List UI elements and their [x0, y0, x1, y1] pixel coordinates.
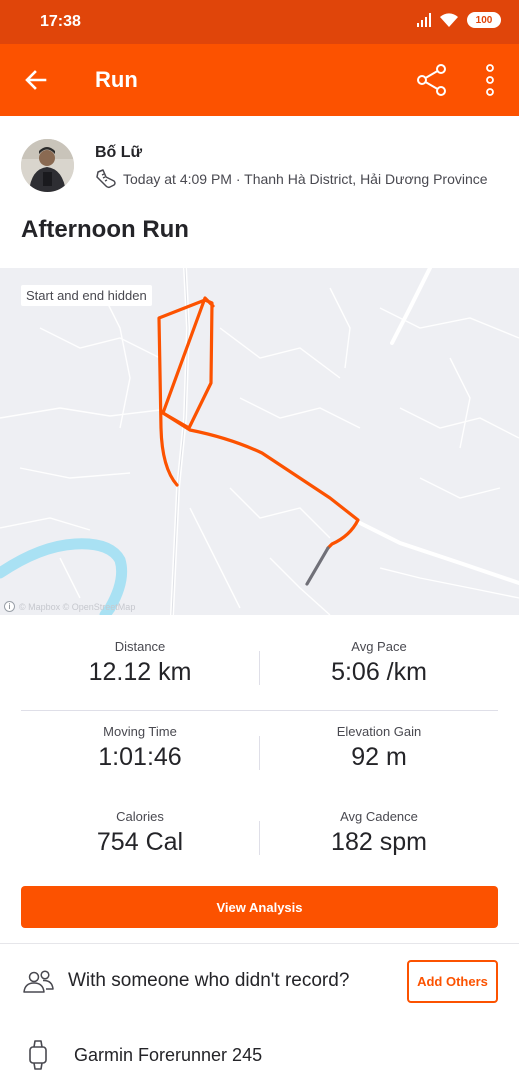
- map-attribution: i © Mapbox © OpenStreetMap: [4, 601, 135, 612]
- athlete-name[interactable]: Bố Lữ: [95, 144, 142, 162]
- run-shoe-icon: [96, 169, 116, 189]
- stat-value: 1:01:46: [98, 743, 182, 771]
- stat-value: 12.12 km: [88, 658, 192, 686]
- stat-label: Moving Time: [103, 724, 177, 739]
- stat-label: Distance: [114, 639, 166, 654]
- stat-value: 92 m: [351, 743, 407, 771]
- signal-icon: [417, 13, 431, 27]
- add-others-row: With someone who didn't record? Add Othe…: [0, 944, 519, 1018]
- avatar[interactable]: [21, 139, 74, 192]
- view-analysis-button[interactable]: View Analysis: [21, 886, 498, 928]
- more-vert-icon: [486, 64, 494, 96]
- stat-elevation-gain: Elevation Gain 92 m: [260, 710, 498, 772]
- status-bar: 17:38 100: [0, 0, 519, 44]
- wifi-icon: [440, 13, 458, 27]
- others-prompt: With someone who didn't record?: [68, 970, 350, 991]
- activity-meta: Today at 4:09 PM · Thanh Hà District, Hả…: [95, 169, 488, 189]
- activity-date-location: Today at 4:09 PM · Thanh Hà District, Hả…: [123, 171, 488, 187]
- stat-value: 754 Cal: [96, 828, 184, 856]
- stat-avg-pace: Avg Pace 5:06 /km: [260, 625, 498, 687]
- watch-icon: [29, 1040, 47, 1070]
- stats-row: Calories 754 Cal Avg Cadence 182 spm: [21, 795, 498, 880]
- activity-title: Afternoon Run: [21, 216, 189, 243]
- stat-distance: Distance 12.12 km: [21, 625, 259, 687]
- stat-calories: Calories 754 Cal: [21, 795, 259, 857]
- battery-icon: 100: [467, 12, 501, 28]
- add-others-button[interactable]: Add Others: [407, 960, 498, 1003]
- status-time: 17:38: [40, 13, 81, 30]
- status-icons: 100: [417, 12, 501, 28]
- stat-label: Calories: [116, 809, 164, 824]
- attribution-text: © Mapbox © OpenStreetMap: [19, 601, 136, 612]
- device-row[interactable]: Garmin Forerunner 245: [0, 1030, 519, 1080]
- stat-moving-time: Moving Time 1:01:46: [21, 710, 259, 772]
- stat-label: Avg Pace: [351, 639, 407, 654]
- people-icon: [23, 970, 54, 993]
- info-icon[interactable]: i: [4, 601, 15, 612]
- stats-row: Moving Time 1:01:46 Elevation Gain 92 m: [21, 710, 498, 795]
- page-title: Run: [95, 67, 138, 92]
- stat-value: 5:06 /km: [331, 658, 427, 686]
- stat-avg-cadence: Avg Cadence 182 spm: [260, 795, 498, 857]
- stat-label: Avg Cadence: [340, 809, 418, 824]
- share-button[interactable]: [414, 62, 450, 98]
- more-button[interactable]: [474, 62, 506, 98]
- privacy-label: Start and end hidden: [21, 285, 152, 306]
- arrow-left-icon: [25, 70, 47, 90]
- device-name: Garmin Forerunner 245: [74, 1045, 263, 1065]
- stat-label: Elevation Gain: [336, 724, 422, 739]
- back-button[interactable]: [18, 62, 54, 98]
- avatar-photo: [21, 139, 74, 192]
- app-bar: Run: [0, 44, 519, 116]
- stat-value: 182 spm: [331, 828, 427, 856]
- route-map[interactable]: Start and end hidden i © Mapbox © OpenSt…: [0, 268, 519, 615]
- share-icon: [417, 64, 446, 96]
- stats-row: Distance 12.12 km Avg Pace 5:06 /km: [21, 625, 498, 710]
- map-canvas: [0, 268, 519, 615]
